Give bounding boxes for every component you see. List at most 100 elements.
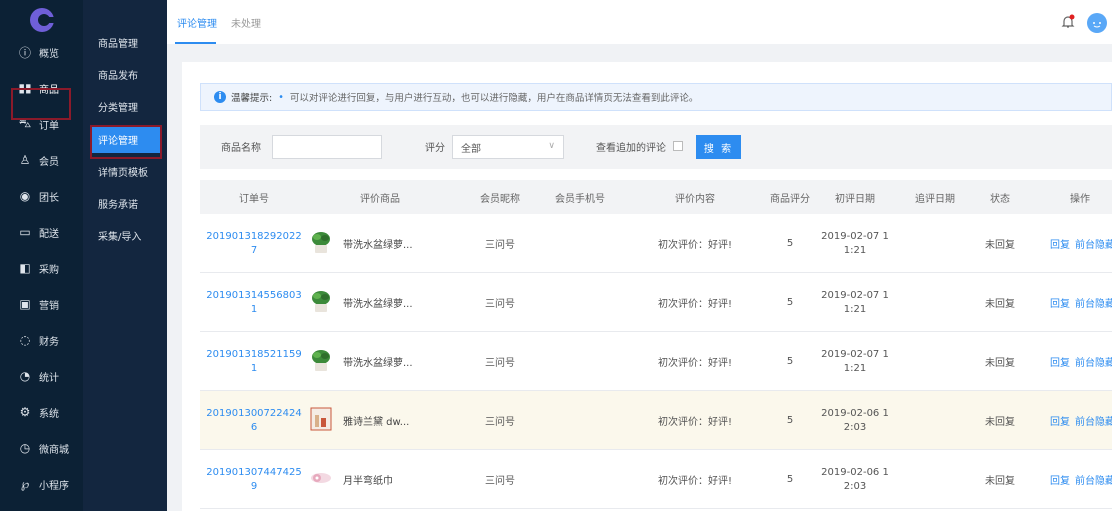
tab-unprocessed[interactable]: 未处理 <box>231 0 261 44</box>
order-number-link[interactable]: 201901300722424 6 <box>204 407 304 435</box>
product-thumbnail <box>310 348 332 372</box>
order-number-line2: 7 <box>250 245 258 256</box>
member-nickname: 三问号 <box>485 358 515 369</box>
sidebar-item-1[interactable]: ▮▮ 商品 <box>0 70 83 106</box>
append-review-label: 查看追加的评论 <box>596 143 666 154</box>
reply-link[interactable]: 回复 <box>1050 354 1070 369</box>
review-status: 未回复 <box>985 417 1015 428</box>
date-line1: 2019-02-07 1 <box>821 349 889 360</box>
hide-on-frontend-link[interactable]: 前台隐藏 <box>1075 295 1112 310</box>
row-actions: 回复 前台隐藏 <box>1050 391 1112 450</box>
sidebar-item-3[interactable]: ♙ 会员 <box>0 142 83 178</box>
append-review-checkbox[interactable] <box>673 141 683 151</box>
tip-notice: i 温馨提示: • 可以对评论进行回复，与用户进行互动，也可以进行隐藏，用户在商… <box>200 83 1112 111</box>
append-review-date <box>900 214 970 273</box>
th-nickname: 会员昵称 <box>480 193 520 205</box>
member-nickname: 三问号 <box>485 417 515 428</box>
subnav-item-5[interactable]: 服务承诺 <box>83 189 167 217</box>
subnav-item-1[interactable]: 商品发布 <box>83 60 167 88</box>
th-append-date: 追评日期 <box>915 193 955 205</box>
reply-link[interactable]: 回复 <box>1050 295 1070 310</box>
sidebar-item-4[interactable]: ◉ 团长 <box>0 178 83 214</box>
hide-on-frontend-link[interactable]: 前台隐藏 <box>1075 413 1112 428</box>
sidebar-item-label: 统计 <box>39 372 59 384</box>
sidebar-item-label: 采购 <box>39 264 59 276</box>
sidebar-item-8[interactable]: ◌ 财务 <box>0 322 83 358</box>
reply-link[interactable]: 回复 <box>1050 472 1070 487</box>
review-status: 未回复 <box>985 476 1015 487</box>
sidebar-item-11[interactable]: ◷ 微商城 <box>0 430 83 466</box>
order-number-line1: 201901318521159 <box>206 349 302 360</box>
user-avatar[interactable] <box>1087 13 1107 33</box>
date-line1: 2019-02-06 1 <box>821 467 889 478</box>
member-phone <box>545 332 615 391</box>
sidebar-item-0[interactable]: ⓘ 概览 <box>0 34 83 70</box>
sidebar-item-12[interactable]: ℘ 小程序 <box>0 466 83 502</box>
append-review-date <box>900 450 970 509</box>
review-content: 初次评价：好评! <box>657 299 732 310</box>
sidebar-item-6[interactable]: ◧ 采购 <box>0 250 83 286</box>
subnav-item-4[interactable]: 详情页模板 <box>83 157 167 185</box>
notice-text: 可以对评论进行回复，与用户进行互动，也可以进行隐藏，用户在商品详情页无法查看到此… <box>289 93 699 104</box>
goods-name: 雅诗兰黛 dw... <box>343 417 410 428</box>
rating-select[interactable]: 全部 ∨ <box>452 135 564 159</box>
review-score: 5 <box>786 238 794 249</box>
bell-icon[interactable] <box>1060 14 1076 30</box>
subnav-item-0[interactable]: 商品管理 <box>83 28 167 56</box>
search-button[interactable]: 搜 索 <box>696 135 741 159</box>
first-review-date: 2019-02-06 1 2:03 <box>815 466 895 494</box>
sidebar-item-label: 财务 <box>39 336 59 348</box>
order-number-line2: 1 <box>250 363 258 374</box>
chevron-down-icon: ∨ <box>548 141 555 151</box>
product-thumbnail <box>310 230 332 254</box>
sidebar-item-label: 系统 <box>39 408 59 420</box>
sidebar-item-label: 配送 <box>39 228 59 240</box>
subnav-item-6[interactable]: 采集/导入 <box>83 221 167 249</box>
table-row: 201901318521159 1 带洗水盆绿萝... 三问号 初次评价：好评! 5 201… <box>200 332 1112 391</box>
review-content: 初次评价：好评! <box>657 476 732 487</box>
goods-name-input[interactable] <box>272 135 382 159</box>
table-row: 201901300722424 6 雅诗兰黛 dw... 三问号 初次评价：好评! 5 20… <box>200 391 1112 450</box>
order-number-line1: 201901314556803 <box>206 290 302 301</box>
date-line2: 2:03 <box>843 422 867 433</box>
th-content: 评价内容 <box>675 193 715 205</box>
order-number-link[interactable]: 201901318521159 1 <box>204 348 304 376</box>
hide-on-frontend-link[interactable]: 前台隐藏 <box>1075 472 1112 487</box>
subnav-item-3[interactable]: 评论管理 <box>91 125 161 153</box>
product-thumbnail <box>310 289 332 313</box>
review-status: 未回复 <box>985 299 1015 310</box>
tab-review-management[interactable]: 评论管理 <box>177 0 217 44</box>
pie-chart-icon: ◔ <box>19 369 31 383</box>
order-number-link[interactable]: 201901318292022 7 <box>204 230 304 258</box>
hide-on-frontend-link[interactable]: 前台隐藏 <box>1075 354 1112 369</box>
reply-link[interactable]: 回复 <box>1050 236 1070 251</box>
sidebar-item-5[interactable]: ▭ 配送 <box>0 214 83 250</box>
review-content: 初次评价：好评! <box>657 358 732 369</box>
table-row: 201901307447425 9 月半弯纸巾 三问号 初次评价：好评! 5 2019-02… <box>200 450 1112 509</box>
th-first-date: 初评日期 <box>835 193 875 205</box>
order-number-link[interactable]: 201901314556803 1 <box>204 289 304 317</box>
date-line2: 1:21 <box>843 245 867 256</box>
review-status: 未回复 <box>985 240 1015 251</box>
sidebar-item-label: 小程序 <box>39 480 69 492</box>
goods-name: 带洗水盆绿萝... <box>343 240 413 251</box>
sidebar-item-7[interactable]: ▣ 营销 <box>0 286 83 322</box>
sidebar-item-label: 团长 <box>39 192 59 204</box>
sidebar-item-2[interactable]: ⛍ 订单 <box>0 106 83 142</box>
product-thumbnail <box>310 466 332 490</box>
order-number-link[interactable]: 201901307447425 9 <box>204 466 304 494</box>
subnav-item-2[interactable]: 分类管理 <box>83 92 167 120</box>
sidebar-item-label: 订单 <box>39 120 59 132</box>
first-review-date: 2019-02-06 1 2:03 <box>815 407 895 435</box>
top-bar: 评论管理 未处理 <box>167 0 1112 44</box>
th-actions: 操作 <box>1070 193 1090 205</box>
reply-link[interactable]: 回复 <box>1050 413 1070 428</box>
sidebar-item-10[interactable]: ⚙ 系统 <box>0 394 83 430</box>
sidebar-item-label: 微商城 <box>39 444 69 456</box>
th-status: 状态 <box>990 193 1010 205</box>
order-number-line1: 201901318292022 <box>206 231 302 242</box>
sidebar-item-9[interactable]: ◔ 统计 <box>0 358 83 394</box>
hide-on-frontend-link[interactable]: 前台隐藏 <box>1075 236 1112 251</box>
notice-title: 温馨提示: <box>231 93 273 104</box>
row-actions: 回复 前台隐藏 <box>1050 450 1112 509</box>
